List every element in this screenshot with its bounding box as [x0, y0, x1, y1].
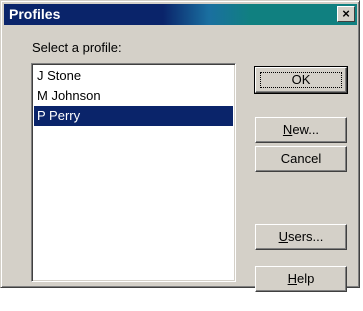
select-profile-label: Select a profile:: [32, 40, 122, 55]
list-item-j-stone[interactable]: J Stone: [34, 66, 233, 86]
close-icon: ×: [342, 6, 350, 21]
new-button-label: New...: [282, 122, 320, 137]
profile-listbox[interactable]: J Stone M Johnson P Perry: [31, 63, 236, 282]
help-button-label: Help: [287, 271, 315, 286]
close-button[interactable]: ×: [337, 6, 355, 22]
new-button[interactable]: New...: [255, 117, 347, 143]
profiles-dialog: Profiles × Select a profile: J Stone M J…: [0, 0, 360, 292]
list-item-p-perry[interactable]: P Perry: [34, 106, 233, 126]
users-button[interactable]: Users...: [255, 224, 347, 250]
cancel-button-label: Cancel: [280, 151, 322, 166]
focus-rect: [260, 72, 342, 88]
help-button[interactable]: Help: [255, 266, 347, 292]
ok-button[interactable]: OK: [254, 66, 348, 94]
cancel-button[interactable]: Cancel: [255, 146, 347, 172]
users-button-label: Users...: [278, 229, 324, 244]
list-item-m-johnson[interactable]: M Johnson: [34, 86, 233, 106]
window-title: Profiles: [9, 6, 61, 22]
title-bar[interactable]: Profiles ×: [4, 4, 357, 25]
